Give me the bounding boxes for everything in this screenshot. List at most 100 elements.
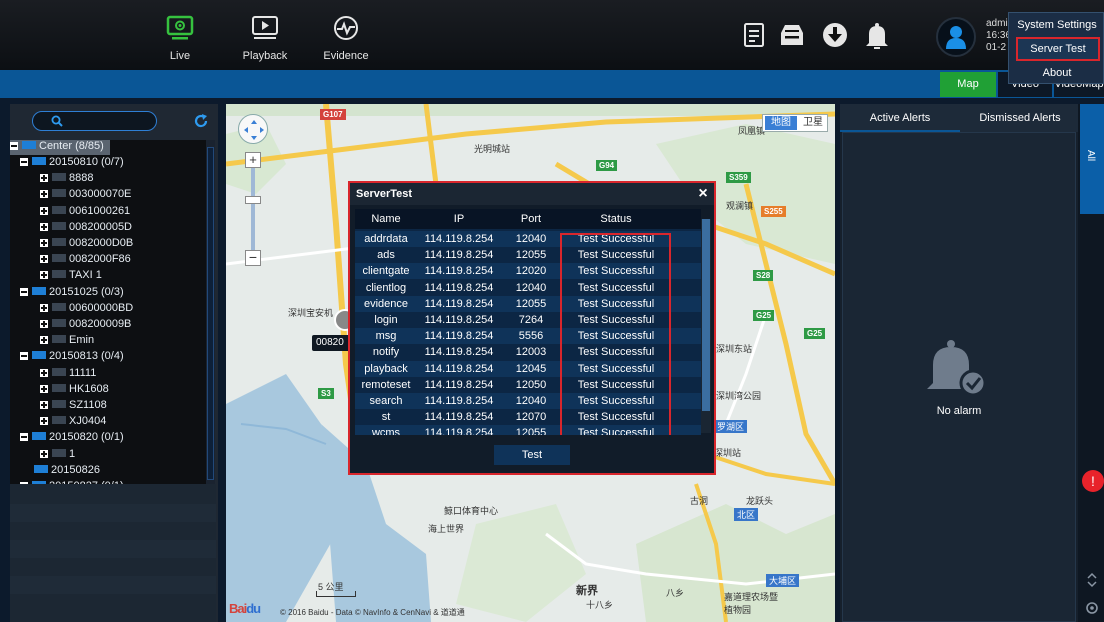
vehicle-icon [52, 319, 66, 327]
tree-group-item[interactable]: 20150826 [34, 464, 100, 479]
vehicle-icon [52, 416, 66, 425]
vehicle-icon [52, 189, 66, 198]
expand-icon[interactable] [40, 303, 48, 312]
cell-name: clientlog [365, 281, 407, 294]
expand-icon[interactable] [40, 368, 48, 377]
expand-icon[interactable] [40, 255, 48, 264]
download-icon[interactable] [822, 22, 848, 50]
map-toggle-satellite[interactable]: 卫星 [799, 116, 827, 130]
tree-device-item[interactable]: TAXI 1 [40, 269, 102, 284]
nav-live-button[interactable]: Live [145, 14, 215, 62]
map-pan-control[interactable] [238, 114, 268, 144]
road-shield: G25 [753, 310, 775, 321]
tree-group-item[interactable]: 20151025 (0/3) [20, 286, 124, 301]
cell-port: 12050 [515, 378, 547, 391]
expand-icon[interactable] [40, 206, 48, 215]
nav-playback-button[interactable]: Playback [230, 14, 300, 62]
tree-center-label: Center (8/85) [39, 140, 104, 152]
expand-icon[interactable] [40, 449, 48, 458]
expand-icon[interactable] [40, 320, 48, 328]
zoom-out-button[interactable]: − [245, 250, 261, 266]
device-tree: Center (8/85) 20150810 (0/7) 8888 00300007… [10, 140, 206, 484]
storage-icon[interactable] [779, 22, 805, 50]
tree-device-item[interactable]: 008200005D [40, 221, 132, 236]
expand-icon[interactable] [40, 222, 48, 231]
tree-device-item[interactable]: 11111 [40, 367, 96, 382]
tree-device-item[interactable]: 0082000D0B [40, 237, 133, 252]
road-shield: S255 [761, 206, 786, 217]
menu-item-about[interactable]: About [1009, 67, 1104, 79]
tree-device-item[interactable]: HK1608 [40, 383, 109, 398]
side-tab-all[interactable]: All [1080, 104, 1104, 214]
server-test-dialog: ServerTest × Name IP Port Status addrdat… [348, 181, 716, 475]
expand-icon[interactable] [40, 417, 48, 426]
zoom-in-button[interactable]: + [245, 152, 261, 168]
expand-icon[interactable] [40, 384, 48, 393]
tree-device-item[interactable]: 0061000261 [40, 205, 130, 220]
refresh-icon[interactable] [193, 113, 209, 129]
tree-device-item[interactable]: 003000070E [40, 188, 131, 203]
playback-icon [251, 14, 279, 42]
expand-icon[interactable] [40, 401, 48, 409]
alert-badge-icon[interactable]: ! [1082, 470, 1104, 492]
tree-scrollbar-thumb[interactable] [207, 147, 214, 480]
cell-port: 12070 [515, 411, 547, 424]
expand-icon[interactable] [40, 174, 48, 183]
tree-item-label: 20150810 (0/7) [49, 156, 124, 168]
tree-center-node[interactable]: Center (8/85) [10, 140, 110, 155]
device-detail-panel [10, 484, 216, 622]
device-search-input[interactable] [32, 111, 157, 131]
tree-device-item[interactable]: 0082000F86 [40, 253, 131, 268]
expand-icon[interactable] [40, 271, 48, 280]
close-icon[interactable]: × [694, 184, 712, 204]
menu-item-system-settings[interactable]: System Settings [1009, 19, 1104, 31]
tree-item-label: 003000070E [69, 188, 132, 201]
vehicle-icon [52, 335, 66, 344]
menu-item-server-test[interactable]: Server Test [1016, 37, 1100, 61]
settings-gear-icon[interactable] [1085, 601, 1099, 615]
zoom-slider-track[interactable] [251, 168, 255, 250]
tree-item-label: SZ1108 [69, 399, 107, 411]
tree-device-item[interactable]: Emin [40, 334, 94, 349]
tree-device-item[interactable]: SZ1108 [40, 399, 107, 414]
cell-ip: 114.119.8.254 [424, 233, 494, 245]
collapse-icon[interactable] [20, 287, 28, 296]
tree-device-item[interactable]: 008200009B [40, 318, 131, 333]
tree-device-item[interactable]: 1 [40, 448, 75, 463]
tree-item-label: 008200009B [69, 318, 132, 330]
tree-device-item[interactable]: 8888 [40, 172, 93, 187]
tree-group-item[interactable]: 20150813 (0/4) [20, 350, 124, 365]
expand-icon[interactable] [40, 190, 48, 199]
tab-active-alerts[interactable]: Active Alerts [840, 104, 960, 132]
dialog-scrollbar-thumb[interactable] [702, 219, 710, 411]
tree-device-item[interactable]: 00600000BD [40, 302, 133, 317]
collapse-icon[interactable] [20, 433, 28, 442]
user-avatar[interactable] [936, 17, 976, 57]
cell-port: 12055 [515, 249, 547, 262]
tree-item-label: 20150826 [51, 463, 100, 476]
tab-map[interactable]: Map [940, 72, 996, 97]
tree-group-item[interactable]: 20150820 (0/1) [20, 431, 124, 446]
collapse-icon[interactable] [20, 158, 28, 166]
test-button[interactable]: Test [494, 445, 570, 465]
collapse-icon[interactable] [20, 352, 28, 361]
expand-icon[interactable] [40, 336, 48, 345]
header-status: Status [600, 213, 632, 225]
cell-port: 12003 [515, 346, 547, 359]
nav-evidence-button[interactable]: Evidence [311, 14, 381, 62]
zoom-slider-handle[interactable] [245, 196, 261, 204]
tree-group-item[interactable]: 20150810 (0/7) [20, 156, 124, 171]
map-toggle-map[interactable]: 地图 [765, 116, 797, 130]
cell-name: playback [364, 362, 408, 375]
expand-icon[interactable] [40, 239, 48, 247]
tab-dismissed-alerts[interactable]: Dismissed Alerts [960, 104, 1080, 132]
map-place-label: 罗湖区 [714, 420, 748, 433]
tree-device-item[interactable]: XJ0404 [40, 415, 106, 430]
chevron-updown-icon[interactable] [1086, 572, 1098, 588]
report-icon[interactable] [743, 22, 769, 50]
bell-notification-icon[interactable] [864, 22, 890, 50]
cell-port: 5556 [518, 330, 544, 343]
road-shield: G25 [804, 328, 826, 339]
vehicle-label[interactable]: 00820 [312, 335, 352, 351]
collapse-icon[interactable] [10, 142, 18, 150]
